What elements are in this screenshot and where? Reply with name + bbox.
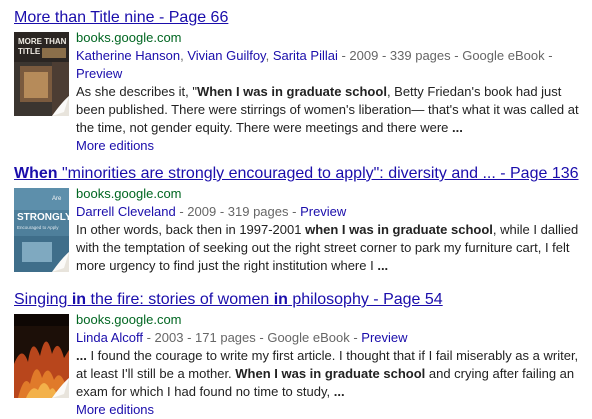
- snippet-ellipsis: ...: [452, 120, 463, 135]
- author-link[interactable]: Linda Alcoff: [76, 330, 143, 345]
- publication-year: 2009: [349, 48, 379, 63]
- search-result: Singing in the fire: stories of women in…: [14, 290, 586, 417]
- source-label: Google eBook: [267, 330, 350, 345]
- result-info: books.google.com Darrell Cleveland - 200…: [76, 185, 584, 275]
- result-title-text: "minorities are strongly encouraged to a…: [57, 165, 579, 182]
- result-body: MORE THAN TITLE IX books.google.com Kath…: [14, 29, 586, 153]
- separator: -: [288, 204, 301, 219]
- book-cover-thumbnail[interactable]: Are STRONGLY Encouraged to Apply: [14, 188, 69, 272]
- snippet-highlight: When I was in graduate school: [235, 366, 426, 381]
- author-link[interactable]: Sarita Pillai: [273, 48, 338, 63]
- cover-title-line1: MORE THAN: [18, 37, 67, 46]
- search-result: When "minorities are strongly encouraged…: [14, 164, 586, 285]
- separator: -: [216, 204, 228, 219]
- separator: -: [175, 204, 188, 219]
- book-cover-image: [14, 314, 69, 398]
- snippet-ellipsis: ...: [76, 348, 87, 363]
- book-cover-thumbnail[interactable]: [14, 314, 69, 398]
- snippet-ellipsis: ...: [333, 384, 345, 399]
- cover-title-line3: Encouraged to Apply: [17, 225, 59, 230]
- result-meta: Linda Alcoff - 2003 - 171 pages - Google…: [76, 329, 584, 347]
- snippet-text: In other words, back then in 1997-2001: [76, 222, 306, 237]
- separator: -: [450, 48, 463, 63]
- result-info: books.google.com Linda Alcoff - 2003 - 1…: [76, 311, 584, 419]
- result-meta: Katherine Hanson, Vivian Guilfoy, Sarita…: [76, 47, 584, 83]
- search-result: More than Title nine - Page 66 MORE THAN…: [14, 8, 586, 153]
- book-cover-image: MORE THAN TITLE IX: [14, 32, 69, 116]
- result-title-highlight: in: [71, 291, 87, 308]
- result-body: Are STRONGLY Encouraged to Apply books.g…: [14, 185, 586, 285]
- result-title-text: the fire: stories of women: [86, 291, 274, 308]
- result-snippet: ... I found the courage to write my firs…: [76, 347, 584, 401]
- separator: -: [337, 48, 350, 63]
- publication-year: 2003: [154, 330, 184, 345]
- publication-year: 2009: [187, 204, 217, 219]
- separator: -: [378, 48, 390, 63]
- author-link[interactable]: Vivian Guilfoy: [187, 48, 265, 63]
- result-title-highlight: When: [14, 165, 58, 182]
- separator: -: [544, 48, 553, 63]
- result-url: books.google.com: [76, 30, 182, 45]
- snippet-ellipsis: ...: [377, 258, 389, 273]
- page-count: 171 pages: [195, 330, 256, 345]
- separator: ,: [265, 48, 273, 63]
- page-count: 339 pages: [389, 48, 451, 63]
- snippet-text: As she describes it, ": [76, 84, 197, 99]
- result-meta: Darrell Cleveland - 2009 - 319 pages - P…: [76, 203, 584, 221]
- more-editions-link[interactable]: More editions: [76, 401, 154, 419]
- preview-link[interactable]: Preview: [300, 204, 346, 219]
- author-link[interactable]: Darrell Cleveland: [76, 204, 176, 219]
- result-title-link[interactable]: Singing in the fire: stories of women in…: [14, 290, 586, 310]
- result-title-link[interactable]: When "minorities are strongly encouraged…: [14, 164, 586, 184]
- author-link[interactable]: Katherine Hanson: [76, 48, 180, 63]
- separator: -: [349, 330, 362, 345]
- more-editions-link[interactable]: More editions: [76, 137, 154, 155]
- separator: -: [183, 330, 196, 345]
- result-info: books.google.com Katherine Hanson, Vivia…: [76, 29, 584, 155]
- result-url: books.google.com: [76, 186, 182, 201]
- source-label: Google eBook: [462, 48, 545, 63]
- result-body: books.google.com Linda Alcoff - 2003 - 1…: [14, 311, 586, 417]
- preview-link[interactable]: Preview: [361, 330, 407, 345]
- result-title-link[interactable]: More than Title nine - Page 66: [14, 8, 586, 28]
- separator: -: [255, 330, 268, 345]
- result-title-text: Singing: [14, 291, 72, 308]
- result-snippet: As she describes it, "When I was in grad…: [76, 83, 584, 137]
- snippet-highlight: When I was in graduate school: [196, 84, 387, 99]
- cover-title-line1: Are: [52, 196, 62, 202]
- separator: -: [142, 330, 155, 345]
- cover-title-line2: STRONGLY: [17, 212, 69, 223]
- preview-link[interactable]: Preview: [76, 66, 122, 81]
- result-title-text: More than Title nine - Page 66: [14, 9, 229, 26]
- result-snippet: In other words, back then in 1997-2001 w…: [76, 221, 584, 275]
- page-count: 319 pages: [227, 204, 289, 219]
- result-title-text: philosophy - Page 54: [287, 291, 443, 308]
- snippet-highlight: when I was in graduate school: [305, 222, 493, 237]
- result-title-highlight: in: [273, 291, 288, 308]
- result-url: books.google.com: [76, 312, 182, 327]
- book-cover-image: Are STRONGLY Encouraged to Apply: [14, 188, 69, 272]
- book-cover-thumbnail[interactable]: MORE THAN TITLE IX: [14, 32, 69, 116]
